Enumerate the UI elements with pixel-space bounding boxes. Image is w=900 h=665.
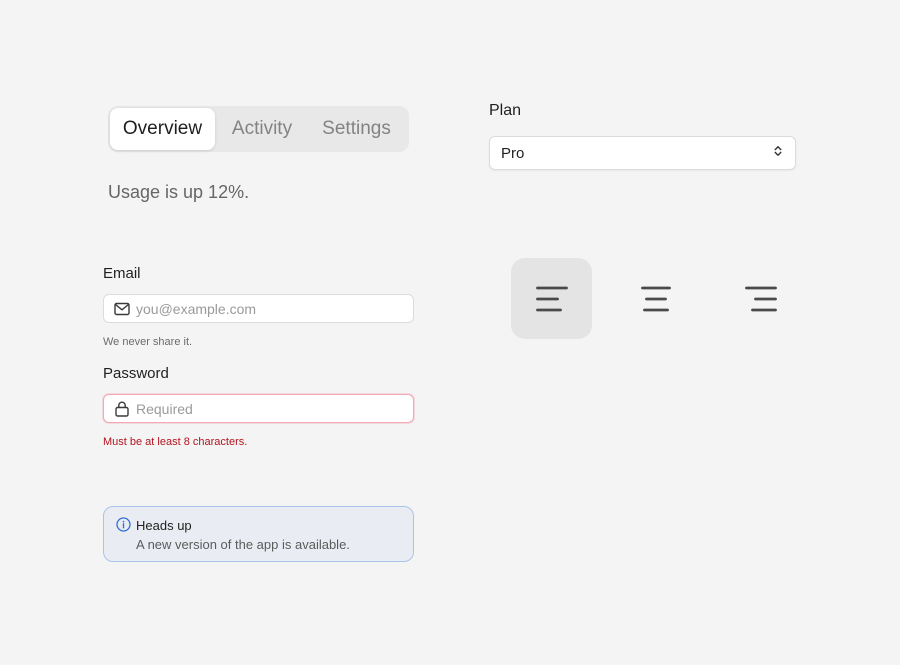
tab-list: Overview Activity Settings — [108, 106, 409, 152]
tab-activity[interactable]: Activity — [215, 108, 309, 150]
text-align-toggle-group — [511, 258, 801, 339]
align-left-button[interactable] — [511, 258, 592, 339]
plan-select[interactable]: Pro — [489, 136, 796, 170]
password-label: Password — [103, 365, 169, 382]
align-center-button[interactable] — [615, 258, 696, 339]
mail-icon — [114, 301, 130, 317]
chevron-up-down-icon — [773, 144, 783, 162]
alert-title: Heads up — [136, 518, 192, 533]
password-error-text: Must be at least 8 characters. — [103, 436, 248, 448]
page: Overview Activity Settings Usage is up 1… — [0, 0, 900, 665]
align-left-icon — [535, 286, 568, 311]
plan-select-value: Pro — [501, 144, 525, 162]
tab-settings[interactable]: Settings — [309, 108, 404, 150]
email-help-text: We never share it. — [103, 336, 193, 348]
info-alert: Heads up A new version of the app is ava… — [103, 506, 414, 562]
lock-icon — [114, 401, 130, 417]
email-input[interactable] — [136, 300, 396, 317]
password-field-wrapper — [103, 394, 414, 423]
align-right-icon — [744, 286, 777, 311]
tab-panel-text: Usage is up 12%. — [108, 182, 250, 202]
tab-overview[interactable]: Overview — [110, 108, 215, 150]
alert-message: A new version of the app is available. — [136, 537, 350, 552]
email-label: Email — [103, 265, 141, 282]
info-icon — [116, 517, 131, 532]
align-right-button[interactable] — [720, 258, 801, 339]
plan-label: Plan — [489, 102, 522, 119]
align-center-icon — [640, 286, 671, 311]
password-input[interactable] — [136, 400, 396, 417]
email-field-wrapper — [103, 294, 414, 323]
